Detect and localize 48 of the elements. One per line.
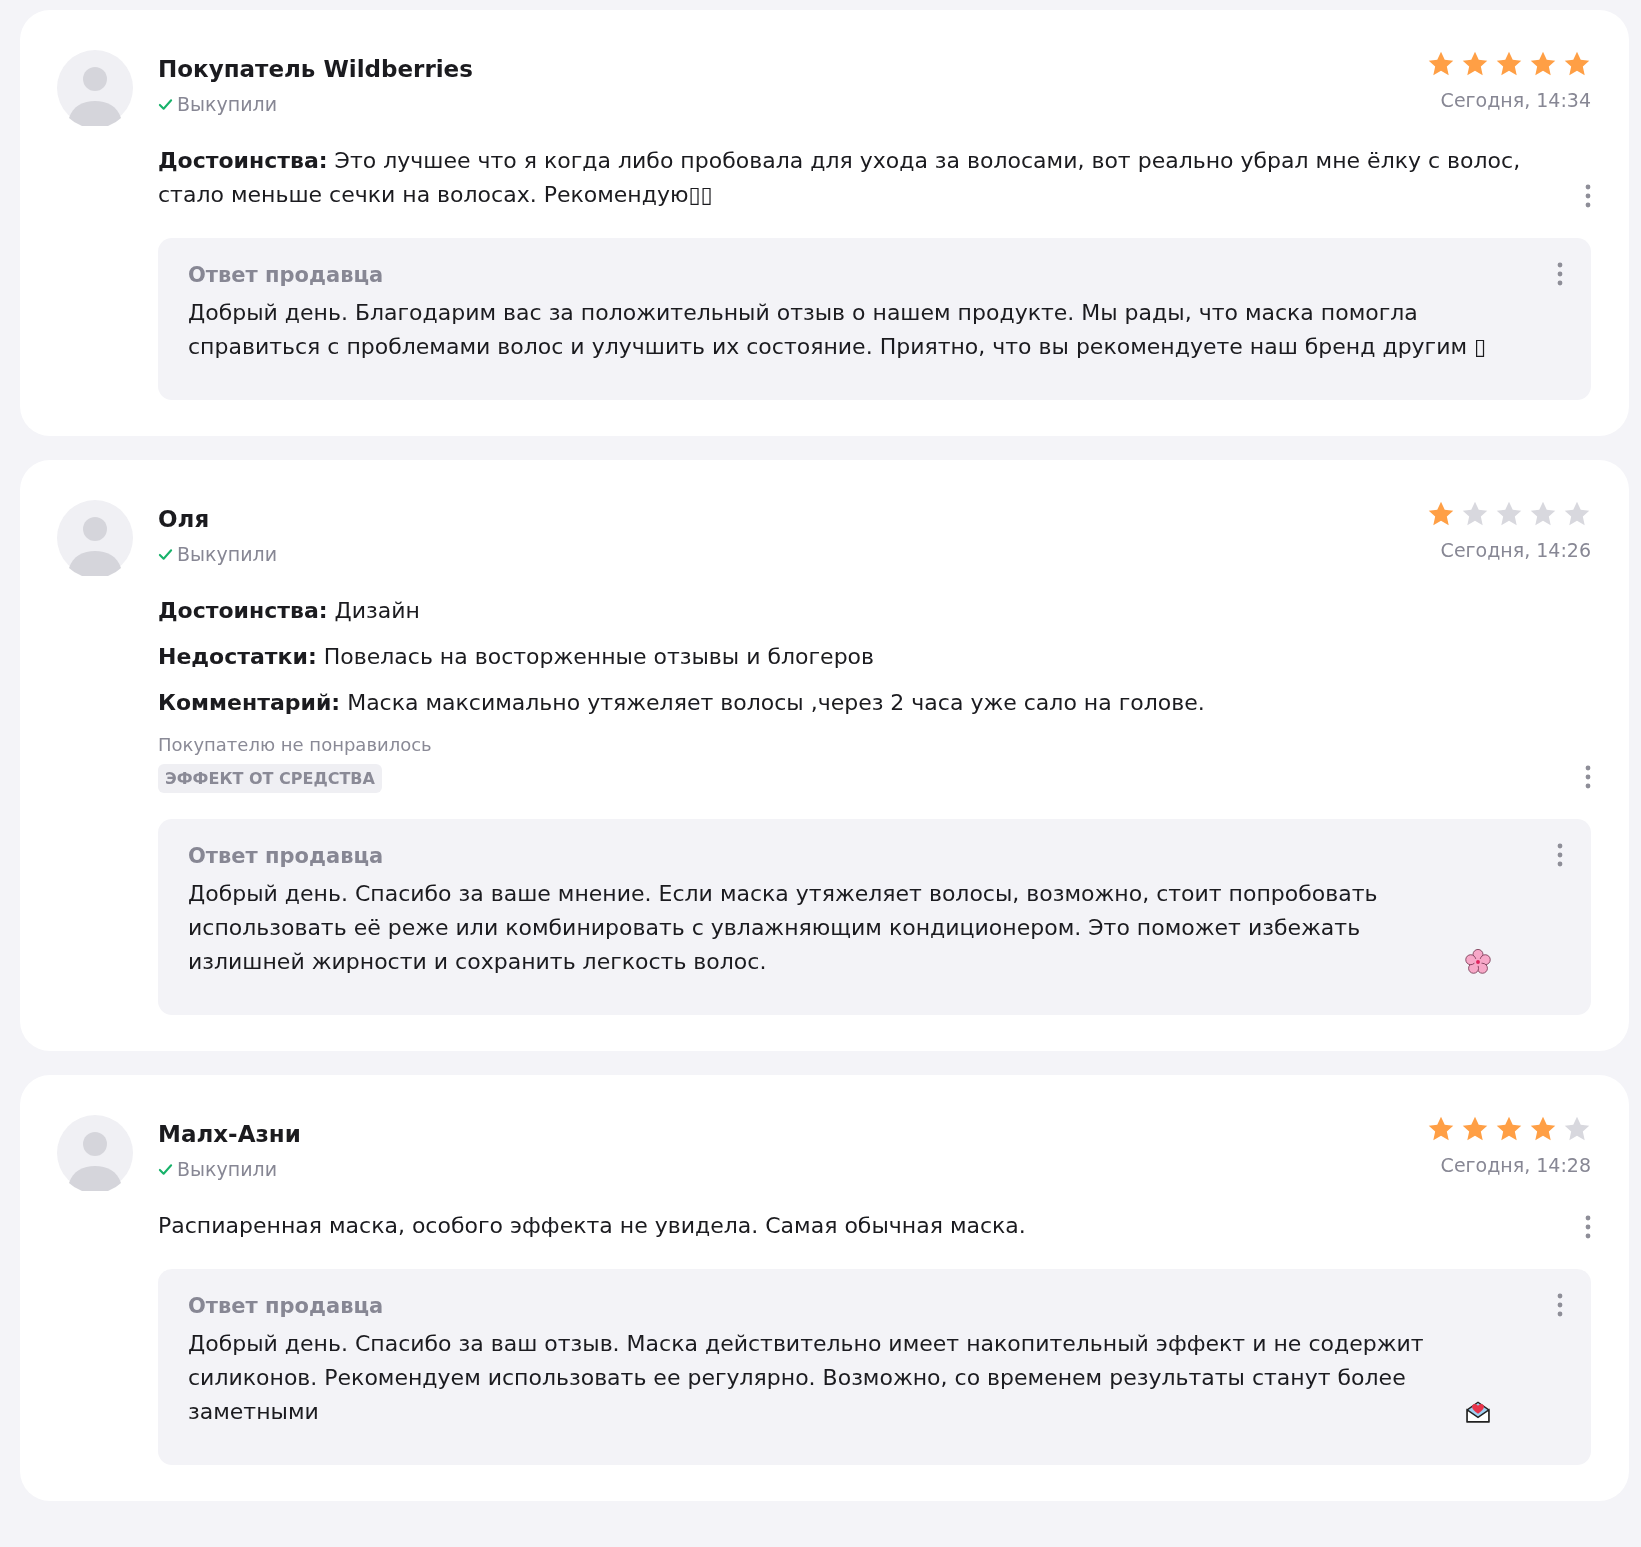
author-name: Покупатель Wildberries [158, 55, 473, 84]
purchase-status: Выкупили [177, 92, 278, 117]
star-icon [1495, 50, 1523, 78]
reply-title: Ответ продавца [188, 843, 385, 870]
envelope-heart-icon [1465, 1399, 1491, 1425]
star-icon [1427, 500, 1455, 528]
more-menu-icon[interactable] [1585, 1215, 1591, 1239]
reply-text: Добрый день. Благодарим вас за положительный отзыв о нашем продукте. Мы рады, что маска помогла справиться с проблемами волос и улучшить их состояние. Приятно, что вы рекомендуете наш бренд другим ▯ [188, 299, 1488, 361]
review-date: Сегодня, 14:26 [1440, 538, 1591, 563]
review-text: Комментарий: Маска максимально утяжеляет волосы ,через 2 часа уже сало на голове. [158, 689, 1206, 717]
more-menu-icon[interactable] [1585, 765, 1591, 789]
review-text: Распиаренная маска, особого эффекта не увидела. Самая обычная маска. [158, 1212, 1027, 1240]
more-menu-icon[interactable] [1557, 1293, 1563, 1317]
star-icon [1427, 50, 1455, 78]
star-icon [1563, 50, 1591, 78]
star-icon [1529, 500, 1557, 528]
star-icon [1563, 500, 1591, 528]
star-icon [1529, 1115, 1557, 1143]
more-menu-icon[interactable] [1557, 843, 1563, 867]
avatar-icon [57, 50, 133, 126]
reply-text: Добрый день. Спасибо за ваш отзыв. Маска действительно имеет накопительный эффект и не содержит силиконов. Рекомендуем использовать ее регулярно. Возможно, со временем результаты станут более заметными [188, 1330, 1425, 1426]
star-icon [1427, 1115, 1455, 1143]
more-menu-icon[interactable] [1557, 262, 1563, 286]
purchase-status: Выкупили [177, 542, 278, 567]
star-icon [1495, 1115, 1523, 1143]
author-name: Малх-Азни [158, 1120, 301, 1149]
review-text: Недостатки: Повелась на восторженные отзывы и блогеров [158, 643, 876, 671]
avatar-icon [57, 500, 133, 576]
star-icon [1461, 500, 1489, 528]
review-text: Достоинства: Дизайн [158, 597, 421, 625]
purchase-status: Выкупили [177, 1157, 278, 1182]
star-icon [1461, 1115, 1489, 1143]
author-name: Оля [158, 505, 211, 534]
star-icon [1495, 500, 1523, 528]
reply-text: Добрый день. Спасибо за ваше мнение. Если маска утяжеляет волосы, возможно, стоит попробовать использовать её реже или комбинировать с увлажняющим кондиционером. Это поможет избежать излишней жирности и сохранить легкость волос. [188, 880, 1379, 976]
dislike-label: Покупателю не понравилось [158, 733, 433, 757]
star-icon [1461, 50, 1489, 78]
review-date: Сегодня, 14:34 [1440, 88, 1591, 113]
avatar-icon [57, 1115, 133, 1191]
review-date: Сегодня, 14:28 [1440, 1153, 1591, 1178]
reply-title: Ответ продавца [188, 262, 385, 289]
tag: ЭФФЕКТ ОТ СРЕДСТВА [158, 764, 382, 793]
more-menu-icon[interactable] [1585, 184, 1591, 208]
flower-icon [1465, 949, 1491, 975]
star-icon [1529, 50, 1557, 78]
review-text: Достоинства: Это лучшее что я когда либо пробовала для ухода за волосами, вот реально убрал мне ёлку с волос, стало меньше сечки на волосах. Рекомендую▯▯ [158, 147, 1522, 209]
reply-title: Ответ продавца [188, 1293, 385, 1320]
star-icon [1563, 1115, 1591, 1143]
